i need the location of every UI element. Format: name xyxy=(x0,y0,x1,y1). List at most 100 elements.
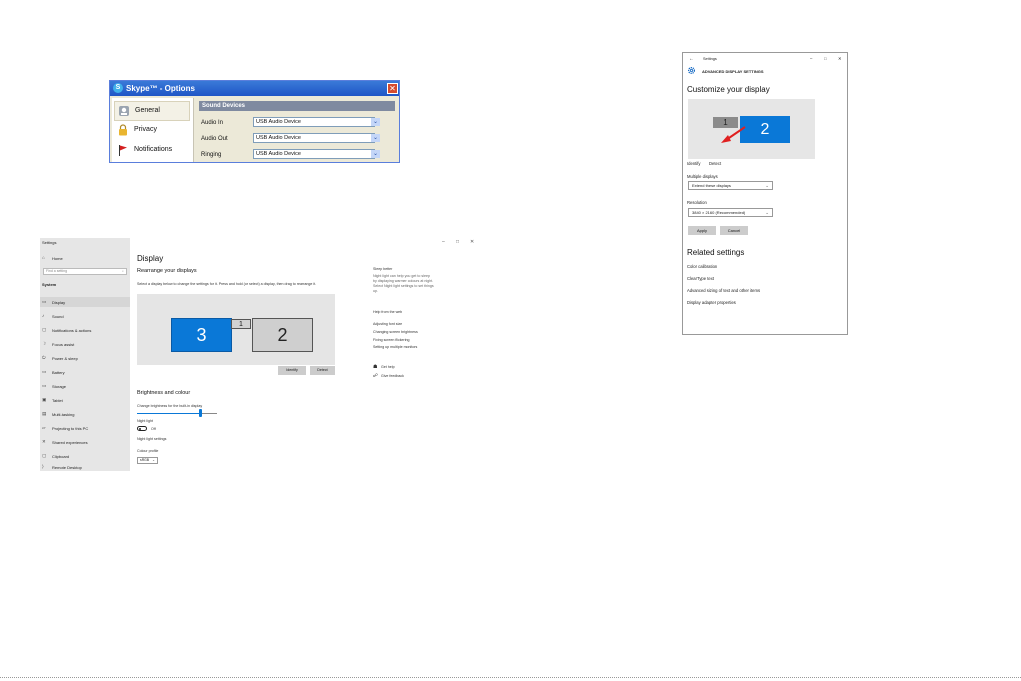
brightness-slider-fill xyxy=(137,413,200,414)
close-icon[interactable]: ✕ xyxy=(838,56,842,61)
night-light-settings-link[interactable]: Night light settings xyxy=(137,437,166,441)
search-input[interactable]: Find a setting ⌕ xyxy=(43,268,127,275)
rearrange-heading: Rearrange your displays xyxy=(137,268,197,274)
minimize-icon[interactable]: – xyxy=(442,239,445,245)
sidebar-item-shared[interactable]: ✕ Shared experiences xyxy=(40,437,130,447)
chevron-down-icon[interactable]: ⌄ xyxy=(371,118,380,126)
settings-sidebar: Settings ⌂ Home Find a setting ⌕ System … xyxy=(40,238,130,471)
maximize-icon[interactable]: □ xyxy=(456,239,459,245)
drag-arrow-icon xyxy=(721,126,746,143)
sidebar-item-label: Tablet xyxy=(52,398,63,403)
sidebar-item-notifications[interactable]: ▢ Notifications & actions xyxy=(40,325,130,335)
sidebar-item-tablet[interactable]: ▣ Tablet xyxy=(40,395,130,405)
sidebar-item-battery[interactable]: ▭ Battery xyxy=(40,367,130,377)
nav-item-privacy[interactable]: Privacy xyxy=(114,121,190,141)
chevron-down-icon: ⌄ xyxy=(152,458,155,462)
flag-icon xyxy=(119,145,127,156)
sidebar-item-sound[interactable]: ♪ Sound xyxy=(40,311,130,321)
monitor-2[interactable]: 2 xyxy=(740,116,790,143)
multiple-displays-label: Multiple displays xyxy=(687,174,718,179)
nav-item-label: Notifications xyxy=(134,146,173,153)
display-icon: ▭ xyxy=(42,299,47,304)
feedback-icon: ☍ xyxy=(373,373,379,379)
sleep-better-heading: Sleep better xyxy=(373,267,393,271)
select-value: USB Audio Device xyxy=(256,119,301,125)
nav-item-general[interactable]: General xyxy=(114,101,190,121)
storage-icon: ▭ xyxy=(42,383,47,388)
detect-button[interactable]: Detect xyxy=(310,366,335,375)
identify-button[interactable]: Identify xyxy=(278,366,306,375)
shared-icon: ✕ xyxy=(42,439,46,444)
ringing-select[interactable]: USB Audio Device ⌄ xyxy=(253,149,380,159)
power-icon: ⏻ xyxy=(42,355,46,360)
cancel-button[interactable]: Cancel xyxy=(720,226,748,235)
brightness-slider-thumb[interactable] xyxy=(199,409,202,417)
resolution-select[interactable]: 3840 × 2160 (Recommended) ⌄ xyxy=(688,208,773,217)
monitor-3[interactable]: 3 xyxy=(171,318,232,352)
apply-button[interactable]: Apply xyxy=(688,226,716,235)
app-title: Settings xyxy=(703,57,717,61)
chevron-down-icon[interactable]: ⌄ xyxy=(371,134,380,142)
colour-profile-select[interactable]: sRGB ⌄ xyxy=(137,457,158,464)
help-link[interactable]: Fixing screen flickering xyxy=(373,338,410,342)
monitor-1[interactable]: 1 xyxy=(231,319,251,329)
help-link[interactable]: Adjusting font size xyxy=(373,322,402,326)
app-title: Settings xyxy=(42,240,57,245)
sidebar-item-projecting[interactable]: ▱ Projecting to this PC xyxy=(40,423,130,433)
rearrange-description: Select a display below to change the set… xyxy=(137,282,317,286)
sidebar-item-label: Projecting to this PC xyxy=(52,426,89,431)
skype-title-bar: S Skype™ - Options ✕ xyxy=(110,81,399,96)
skype-logo-icon: S xyxy=(113,83,123,93)
sound-devices-header: Sound Devices xyxy=(199,101,395,111)
night-light-toggle[interactable] xyxy=(137,426,147,431)
skype-options-nav: General Privacy Notifications xyxy=(112,98,194,162)
related-link[interactable]: ClearType text xyxy=(687,276,714,281)
related-link[interactable]: Color calibration xyxy=(687,264,717,269)
audio-out-select[interactable]: USB Audio Device ⌄ xyxy=(253,133,380,143)
sound-icon: ♪ xyxy=(42,313,45,318)
ringing-label: Ringing xyxy=(201,152,222,158)
get-help-icon: ☗ xyxy=(373,364,378,370)
identify-link[interactable]: Identify xyxy=(687,161,701,166)
nav-item-label: General xyxy=(135,107,160,114)
maximize-icon[interactable]: □ xyxy=(824,56,827,61)
sidebar-item-clipboard[interactable]: ▢ Clipboard xyxy=(40,451,130,461)
sidebar-item-label: Battery xyxy=(52,370,65,375)
sidebar-item-focus-assist[interactable]: ☽ Focus assist xyxy=(40,339,130,349)
get-help-link[interactable]: Get help xyxy=(381,365,395,369)
sidebar-item-power[interactable]: ⏻ Power & sleep xyxy=(40,353,130,363)
sidebar-item-label: Storage xyxy=(52,384,67,389)
sidebar-item-label: Clipboard xyxy=(52,454,70,459)
related-link[interactable]: Advanced sizing of text and other items xyxy=(687,288,760,293)
advanced-display-settings-window: ← Settings – □ ✕ ADVANCED DISPLAY SETTIN… xyxy=(682,52,848,335)
sidebar-item-remote-desktop[interactable]: ⟩ Remote Desktop xyxy=(40,462,130,471)
multiple-displays-select[interactable]: Extend these displays ⌄ xyxy=(688,181,773,190)
sleep-better-text: up. xyxy=(373,289,378,293)
close-icon[interactable]: ✕ xyxy=(387,83,398,94)
sidebar-item-home[interactable]: ⌂ Home xyxy=(40,253,130,263)
help-link[interactable]: Changing screen brightness xyxy=(373,330,418,334)
sidebar-item-display[interactable]: ▭ Display xyxy=(40,297,130,307)
home-icon: ⌂ xyxy=(42,255,45,260)
display-settings-window: Settings ⌂ Home Find a setting ⌕ System … xyxy=(40,238,486,471)
back-icon[interactable]: ← xyxy=(689,56,694,62)
audio-out-label: Audio Out xyxy=(201,136,228,142)
close-icon[interactable]: ✕ xyxy=(470,239,474,245)
minimize-icon[interactable]: – xyxy=(810,56,812,61)
sidebar-item-multitasking[interactable]: ▤ Multi-tasking xyxy=(40,409,130,419)
sidebar-item-storage[interactable]: ▭ Storage xyxy=(40,381,130,391)
chevron-down-icon[interactable]: ⌄ xyxy=(371,150,380,158)
search-icon: ⌕ xyxy=(122,269,124,273)
resolution-label: Resolution xyxy=(687,200,707,205)
nav-item-notifications[interactable]: Notifications xyxy=(114,141,190,161)
related-link[interactable]: Display adapter properties xyxy=(687,300,736,305)
detect-link[interactable]: Detect xyxy=(709,161,721,166)
give-feedback-link[interactable]: Give feedback xyxy=(381,374,404,378)
sidebar-item-label: Remote Desktop xyxy=(52,465,82,470)
colour-profile-label: Colour profile xyxy=(137,449,159,453)
brightness-label: Change brightness for the built-in displ… xyxy=(137,404,203,408)
help-link[interactable]: Setting up multiple monitors xyxy=(373,345,417,349)
monitor-2[interactable]: 2 xyxy=(252,318,313,352)
audio-in-select[interactable]: USB Audio Device ⌄ xyxy=(253,117,380,127)
sidebar-item-label: Shared experiences xyxy=(52,440,88,445)
